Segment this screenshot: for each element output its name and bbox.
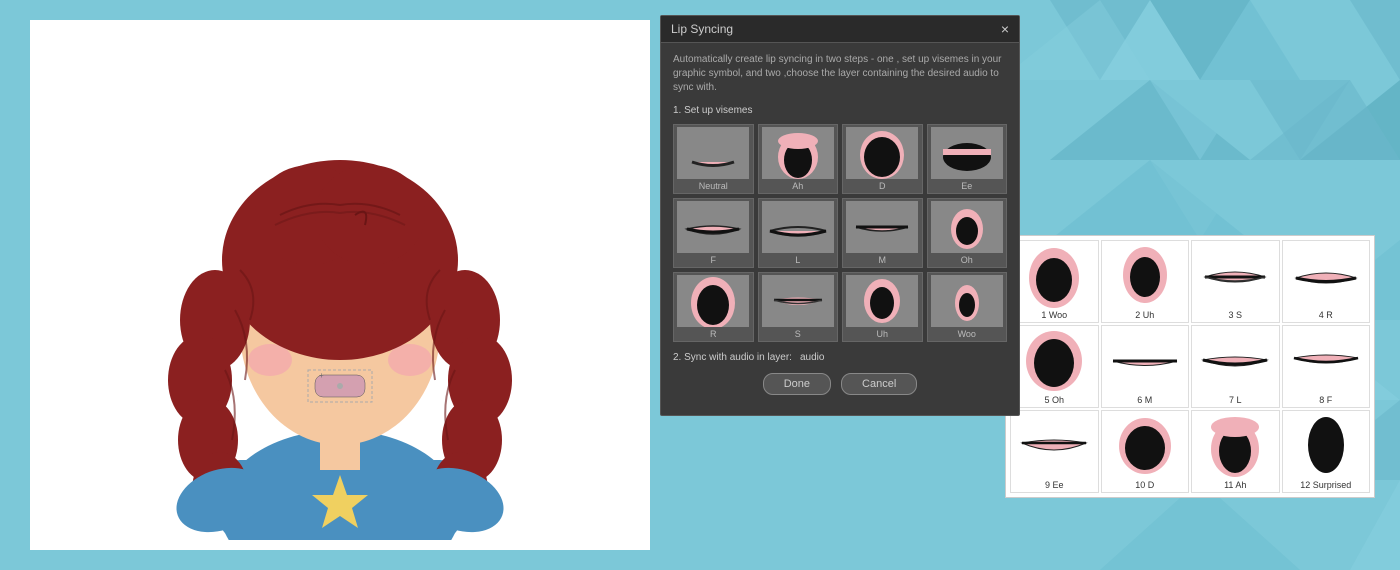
viseme-oh-label: Oh [961, 255, 973, 265]
side-img-ee [1014, 413, 1094, 478]
side-viseme-1-woo[interactable]: 1 Woo [1010, 240, 1099, 323]
side-label-12-surprised: 12 Surprised [1300, 480, 1351, 490]
side-label-7-l: 7 L [1229, 395, 1242, 405]
viseme-m[interactable]: M [842, 198, 923, 268]
viseme-uh-label: Uh [876, 329, 888, 339]
cancel-button[interactable]: Cancel [841, 373, 917, 395]
side-label-9-ee: 9 Ee [1045, 480, 1064, 490]
side-img-r [1286, 243, 1366, 308]
viseme-r-label: R [710, 329, 717, 339]
viseme-s[interactable]: S [758, 272, 839, 342]
character-illustration: + [60, 30, 620, 540]
side-img-m [1105, 328, 1185, 393]
viseme-ah[interactable]: Ah [758, 124, 839, 194]
viseme-f-label: F [711, 255, 717, 265]
viseme-s-label: S [795, 329, 801, 339]
viseme-d-img [846, 127, 918, 179]
viseme-woo[interactable]: Woo [927, 272, 1008, 342]
side-label-10-d: 10 D [1135, 480, 1154, 490]
lip-sync-dialog: Lip Syncing × Automatically create lip s… [660, 15, 1020, 416]
svg-text:+: + [319, 371, 324, 380]
side-label-6-m: 6 M [1137, 395, 1152, 405]
viseme-ee-img [931, 127, 1003, 179]
side-viseme-8-f[interactable]: 8 F [1282, 325, 1371, 408]
side-label-3-s: 3 S [1228, 310, 1242, 320]
side-label-1-woo: 1 Woo [1041, 310, 1067, 320]
viseme-l-img [762, 201, 834, 253]
viseme-neutral-label: Neutral [699, 181, 728, 191]
viseme-f-img [677, 201, 749, 253]
side-label-2-uh: 2 Uh [1135, 310, 1154, 320]
side-viseme-11-ah[interactable]: 11 Ah [1191, 410, 1280, 493]
viseme-m-label: M [879, 255, 887, 265]
viseme-d[interactable]: D [842, 124, 923, 194]
side-img-woo [1014, 243, 1094, 308]
viseme-ah-label: Ah [792, 181, 803, 191]
side-img-uh [1105, 243, 1185, 308]
side-label-11-ah: 11 Ah [1224, 480, 1246, 490]
side-label-8-f: 8 F [1319, 395, 1332, 405]
side-img-surprised [1286, 413, 1366, 478]
side-img-d [1105, 413, 1185, 478]
dialog-close-button[interactable]: × [1001, 22, 1009, 36]
side-img-oh [1014, 328, 1094, 393]
side-viseme-6-m[interactable]: 6 M [1101, 325, 1190, 408]
viseme-uh[interactable]: Uh [842, 272, 923, 342]
section1-label: 1. Set up visemes [673, 105, 1007, 116]
side-viseme-10-d[interactable]: 10 D [1101, 410, 1190, 493]
side-viseme-7-l[interactable]: 7 L [1191, 325, 1280, 408]
viseme-r[interactable]: R [673, 272, 754, 342]
viseme-r-img [677, 275, 749, 327]
dialog-body: Automatically create lip syncing in two … [661, 43, 1019, 415]
viseme-f[interactable]: F [673, 198, 754, 268]
side-panel-grid: 1 Woo 2 Uh 3 S [1006, 236, 1374, 497]
dialog-buttons: Done Cancel [673, 373, 1007, 405]
viseme-l-label: L [795, 255, 800, 265]
viseme-ee-label: Ee [961, 181, 972, 191]
dialog-title: Lip Syncing [671, 22, 733, 36]
viseme-uh-img [846, 275, 918, 327]
audio-row: 2. Sync with audio in layer: audio [673, 352, 1007, 363]
side-viseme-12-surprised[interactable]: 12 Surprised [1282, 410, 1371, 493]
viseme-ah-img [762, 127, 834, 179]
side-viseme-9-ee[interactable]: 9 Ee [1010, 410, 1099, 493]
audio-layer-value: audio [800, 352, 824, 363]
viseme-s-img [762, 275, 834, 327]
viseme-woo-label: Woo [958, 329, 976, 339]
viseme-grid: Neutral Ah [673, 124, 1007, 342]
viseme-d-label: D [879, 181, 886, 191]
side-viseme-5-oh[interactable]: 5 Oh [1010, 325, 1099, 408]
viseme-oh-img [931, 201, 1003, 253]
side-viseme-4-r[interactable]: 4 R [1282, 240, 1371, 323]
dialog-description: Automatically create lip syncing in two … [673, 53, 1007, 95]
viseme-neutral[interactable]: Neutral [673, 124, 754, 194]
viseme-woo-img [931, 275, 1003, 327]
viseme-ee[interactable]: Ee [927, 124, 1008, 194]
canvas-area: + [30, 20, 650, 550]
viseme-neutral-img [677, 127, 749, 179]
side-img-l [1195, 328, 1275, 393]
side-img-f [1286, 328, 1366, 393]
side-viseme-3-s[interactable]: 3 S [1191, 240, 1280, 323]
section2-label: 2. Sync with audio in layer: [673, 352, 792, 363]
side-label-4-r: 4 R [1319, 310, 1333, 320]
side-img-s [1195, 243, 1275, 308]
viseme-m-img [846, 201, 918, 253]
side-label-5-oh: 5 Oh [1044, 395, 1064, 405]
dialog-header: Lip Syncing × [661, 16, 1019, 43]
done-button[interactable]: Done [763, 373, 831, 395]
viseme-oh[interactable]: Oh [927, 198, 1008, 268]
side-img-ah [1195, 413, 1275, 478]
side-viseme-2-uh[interactable]: 2 Uh [1101, 240, 1190, 323]
side-viseme-panel: 1 Woo 2 Uh 3 S [1005, 235, 1375, 498]
viseme-l[interactable]: L [758, 198, 839, 268]
